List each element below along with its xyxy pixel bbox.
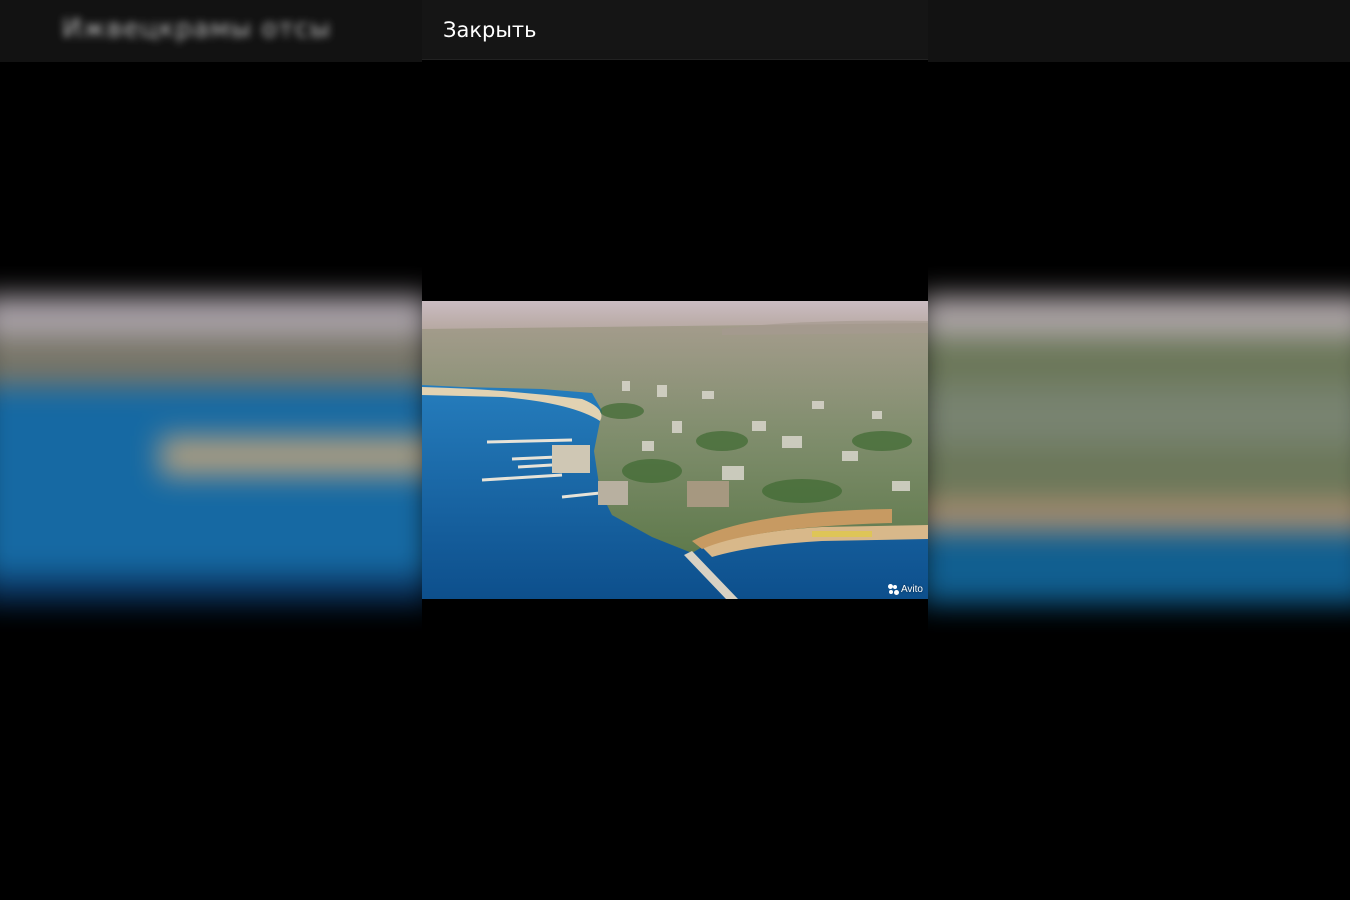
watermark-text: Avito — [900, 584, 923, 595]
listing-photo[interactable]: Avito — [422, 301, 928, 599]
viewer-toolbar: Закрыть — [422, 0, 928, 60]
avito-logo-icon — [887, 584, 899, 595]
aerial-city-image — [422, 301, 928, 599]
avito-watermark: Avito — [887, 584, 923, 595]
photo-viewer: Закрыть Avito — [422, 0, 928, 900]
close-button[interactable]: Закрыть — [443, 16, 537, 44]
